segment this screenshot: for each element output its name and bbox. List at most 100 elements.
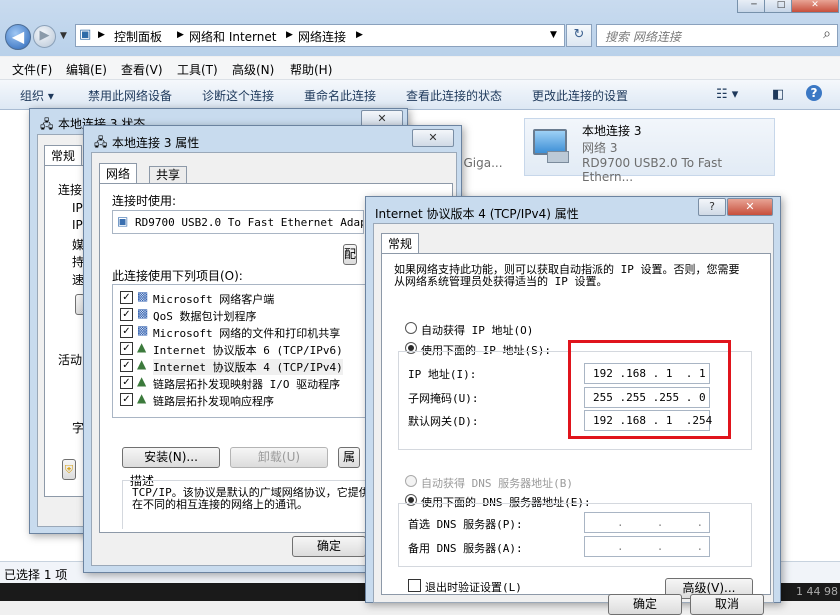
disable-device-button[interactable]: 禁用此网络设备 — [88, 87, 172, 104]
properties-dialog-close-button[interactable]: ✕ — [412, 129, 454, 147]
item-checkbox[interactable]: ✓ — [120, 308, 133, 321]
command-bar: 组织 ▾ 禁用此网络设备 诊断这个连接 重命名此连接 查看此连接的状态 更改此连… — [0, 80, 840, 110]
shield-icon: ⛨ — [64, 463, 74, 476]
adapter-field: ▣ RD9700 USB2.0 To Fast Ethernet Adapte — [112, 210, 364, 234]
search-box[interactable]: 搜索 网络连接 ⌕ — [596, 24, 838, 47]
breadcrumb-chevron-icon: ▶ — [356, 30, 363, 40]
forward-button[interactable]: ▶ — [33, 25, 56, 48]
organize-button[interactable]: 组织 ▾ — [20, 87, 54, 104]
breadcrumb-network-internet[interactable]: 网络和 Internet — [189, 28, 276, 45]
adapter-icon: ▣ — [117, 214, 129, 228]
item-label[interactable]: Microsoft 网络的文件和打印机共享 — [153, 325, 340, 341]
activity-label: 活动 — [58, 353, 83, 367]
ipv4-label: IP — [72, 201, 83, 215]
shield-properties-button[interactable]: ⛨ — [62, 459, 76, 480]
tab-sharing[interactable]: 共享 — [149, 166, 188, 184]
recent-pages-dropdown-icon[interactable]: ▼ — [60, 31, 67, 41]
control-panel-icon: ▣ — [79, 27, 92, 42]
taskbar-text: 1 44 98 — [796, 585, 838, 598]
menu-tools[interactable]: 工具(T) — [177, 61, 218, 78]
tab-network[interactable]: 网络 — [99, 163, 138, 184]
connection-label: 连接 — [58, 183, 83, 197]
uninstall-button[interactable]: 卸载(U) — [230, 447, 328, 468]
item-label-selected[interactable]: Internet 协议版本 4 (TCP/IPv4) — [153, 359, 343, 375]
ip-address-label: IP 地址(I): — [408, 368, 477, 381]
connect-using-label: 连接时使用: — [112, 194, 177, 208]
adapter-network: 网络 3 — [582, 141, 618, 155]
refresh-button[interactable]: ↻ — [566, 24, 592, 47]
background-adapter-label: ) Giga... — [455, 156, 503, 170]
menu-file[interactable]: 文件(F) — [12, 61, 52, 78]
file-share-icon: ▩ — [137, 323, 149, 337]
search-icon[interactable]: ⌕ — [823, 26, 831, 42]
menu-advanced[interactable]: 高级(N) — [232, 61, 274, 78]
ok-button[interactable]: 确定 — [608, 594, 682, 615]
item-checkbox[interactable]: ✓ — [120, 291, 133, 304]
menu-edit[interactable]: 编辑(E) — [66, 61, 107, 78]
preferred-dns-field[interactable]: . . . — [584, 512, 710, 533]
help-icon[interactable]: ? — [806, 85, 822, 101]
ipv4-dialog-title: Internet 协议版本 4 (TCP/IPv4) 属性 — [375, 207, 579, 221]
breadcrumb-chevron-icon: ▶ — [177, 30, 184, 40]
menu-view[interactable]: 查看(V) — [121, 61, 163, 78]
preview-pane-icon[interactable]: ◧ — [772, 87, 784, 102]
item-label[interactable]: Microsoft 网络客户端 — [153, 291, 274, 307]
breadcrumb-network-connections[interactable]: 网络连接 — [298, 28, 346, 45]
description-text: TCP/IP。该协议是默认的广域网络协议，它提供在不同的相互连接的网络上的通讯。 — [132, 487, 370, 511]
menu-bar: 文件(F) 编辑(E) 查看(V) 工具(T) 高级(N) 帮助(H) — [0, 57, 840, 80]
gateway-label: 默认网关(D): — [408, 415, 479, 428]
highlight-box — [568, 340, 731, 439]
cancel-button[interactable]: 取消 — [690, 594, 764, 615]
status-text: 已选择 1 项 — [4, 568, 68, 582]
back-button[interactable]: ◀ — [5, 24, 31, 50]
connection-icon: 🖧 — [94, 135, 108, 149]
item-checkbox[interactable]: ✓ — [120, 342, 133, 355]
auto-dns-radio[interactable] — [405, 475, 417, 487]
properties-dialog-title: 本地连接 3 属性 — [112, 136, 200, 150]
diagnose-button[interactable]: 诊断这个连接 — [202, 87, 274, 104]
preferred-dns-value: . . . — [617, 516, 704, 529]
item-label[interactable]: 链路层拓扑发现映射器 I/O 驱动程序 — [153, 376, 340, 392]
item-label[interactable]: Internet 协议版本 6 (TCP/IPv6) — [153, 342, 343, 358]
menu-help[interactable]: 帮助(H) — [290, 61, 332, 78]
change-settings-button[interactable]: 更改此连接的设置 — [532, 87, 628, 104]
auto-dns-label[interactable]: 自动获得 DNS 服务器地址(B) — [421, 475, 573, 491]
ok-button[interactable]: 确定 — [292, 536, 366, 557]
breadcrumb-control-panel[interactable]: 控制面板 — [114, 28, 162, 45]
validate-checkbox[interactable] — [408, 579, 421, 592]
adapter-device: RD9700 USB2.0 To Fast Ethern... — [582, 156, 723, 184]
subnet-label: 子网掩码(U): — [408, 392, 479, 405]
auto-ip-radio[interactable] — [405, 322, 417, 334]
item-checkbox[interactable]: ✓ — [120, 393, 133, 406]
item-label[interactable]: QoS 数据包计划程序 — [153, 308, 257, 324]
item-checkbox[interactable]: ✓ — [120, 359, 133, 372]
item-checkbox[interactable]: ✓ — [120, 376, 133, 389]
breadcrumb-chevron-icon: ▶ — [286, 30, 293, 40]
auto-ip-label[interactable]: 自动获得 IP 地址(O) — [421, 322, 533, 338]
qos-icon: ▩ — [137, 306, 149, 320]
items-list[interactable]: ✓ ▩ Microsoft 网络客户端 ✓ ▩ QoS 数据包计划程序 ✓ ▩ … — [112, 284, 370, 418]
validate-label[interactable]: 退出时验证设置(L) — [425, 579, 522, 595]
breadcrumb-chevron-icon: ▶ — [98, 30, 105, 40]
tab-general[interactable]: 常规 — [381, 233, 420, 254]
configure-button[interactable]: 配 — [343, 244, 357, 265]
view-options-icon[interactable]: ☷ ▾ — [716, 87, 738, 102]
install-button[interactable]: 安装(N)... — [122, 447, 220, 468]
adapter-tile[interactable]: 本地连接 3 网络 3 RD9700 USB2.0 To Fast Ethern… — [524, 118, 775, 184]
protocol-icon: ▲ — [137, 374, 147, 388]
properties-button[interactable]: 属 — [338, 447, 360, 468]
intro-text: 如果网络支持此功能，则可以获取自动指派的 IP 设置。否则，您需要从网络系统管理… — [394, 263, 740, 288]
ipv4-dialog-close-button[interactable]: ✕ — [727, 198, 773, 216]
search-input[interactable]: 搜索 网络连接 — [605, 28, 681, 45]
tab-general[interactable]: 常规 — [44, 145, 83, 166]
item-checkbox[interactable]: ✓ — [120, 325, 133, 338]
adapter-name: RD9700 USB2.0 To Fast Ethernet Adapte — [135, 216, 364, 229]
address-bar[interactable]: ▣ ▶ 控制面板 ▶ 网络和 Internet ▶ 网络连接 ▶ ▼ — [75, 24, 565, 47]
help-button[interactable]: ? — [698, 198, 726, 216]
close-window-button[interactable]: ✕ — [791, 0, 839, 13]
rename-button[interactable]: 重命名此连接 — [304, 87, 376, 104]
item-label[interactable]: 链路层拓扑发现响应程序 — [153, 393, 274, 409]
view-status-button[interactable]: 查看此连接的状态 — [406, 87, 502, 104]
alternate-dns-field[interactable]: . . . — [584, 536, 710, 557]
address-dropdown-icon[interactable]: ▼ — [550, 30, 557, 40]
